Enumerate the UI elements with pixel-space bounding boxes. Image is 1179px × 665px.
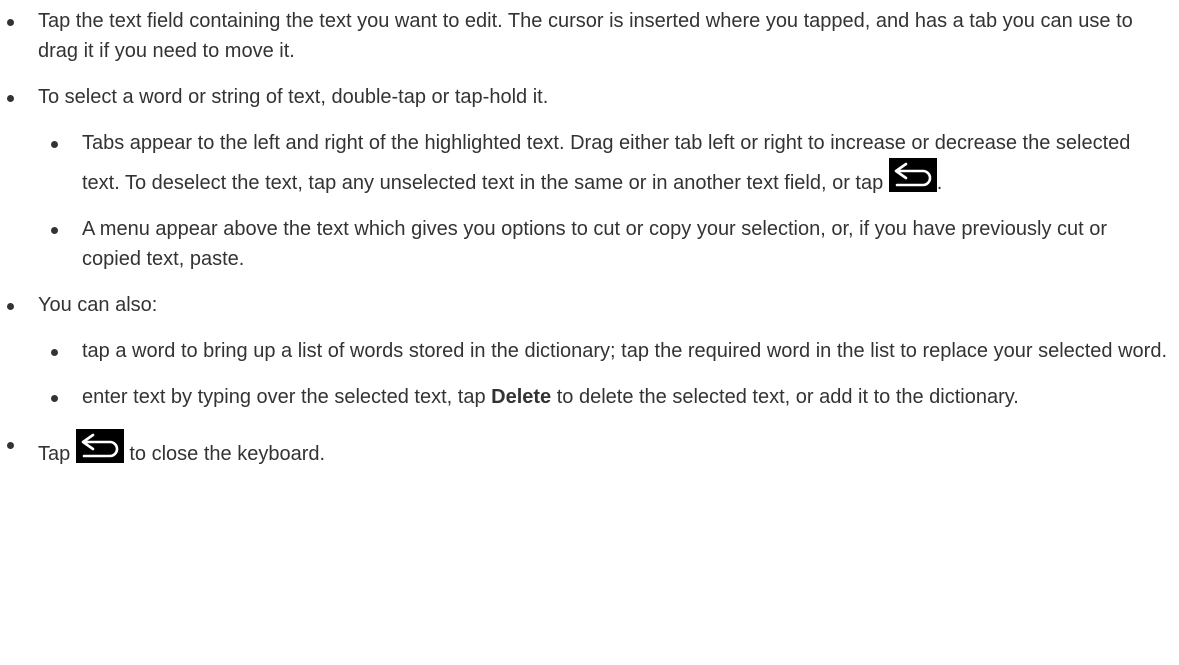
sub-list-item: tap a word to bring up a list of words s… xyxy=(0,336,1179,366)
list-item-text: To select a word or string of text, doub… xyxy=(38,86,549,108)
list-item-text: tap a word to bring up a list of words s… xyxy=(82,340,1168,362)
list-item: You can also: xyxy=(0,290,1179,320)
list-item-text: . xyxy=(936,172,943,194)
list-item: To select a word or string of text, doub… xyxy=(0,82,1179,112)
delete-keyword: Delete xyxy=(491,386,552,408)
list-item-text: Tap xyxy=(38,443,71,465)
sub-list-item: enter text by typing over the selected t… xyxy=(0,382,1179,412)
sub-list-item: A menu appear above the text which gives… xyxy=(0,214,1179,274)
list-item-text: A menu appear above the text which gives… xyxy=(82,218,1108,270)
list-item-text: enter text by typing over the selected t… xyxy=(82,386,492,408)
back-arrow-icon xyxy=(888,158,937,192)
list-item: Tap the text field containing the text y… xyxy=(0,6,1179,66)
list-item-text: Tabs appear to the left and right of the… xyxy=(82,132,1131,194)
list-item-text: Tap the text field containing the text y… xyxy=(38,10,1133,62)
instructions-document: Tap the text field containing the text y… xyxy=(0,6,1179,469)
back-arrow-icon xyxy=(75,429,124,463)
list-item-text: to close the keyboard. xyxy=(129,443,326,465)
list-item: Tap to close the keyboard. xyxy=(0,429,1179,469)
list-item-text: to delete the selected text, or add it t… xyxy=(551,386,1019,408)
sub-list-item: Tabs appear to the left and right of the… xyxy=(0,128,1179,198)
list-item-text: You can also: xyxy=(38,294,158,316)
instruction-list: Tap the text field containing the text y… xyxy=(0,6,1179,469)
